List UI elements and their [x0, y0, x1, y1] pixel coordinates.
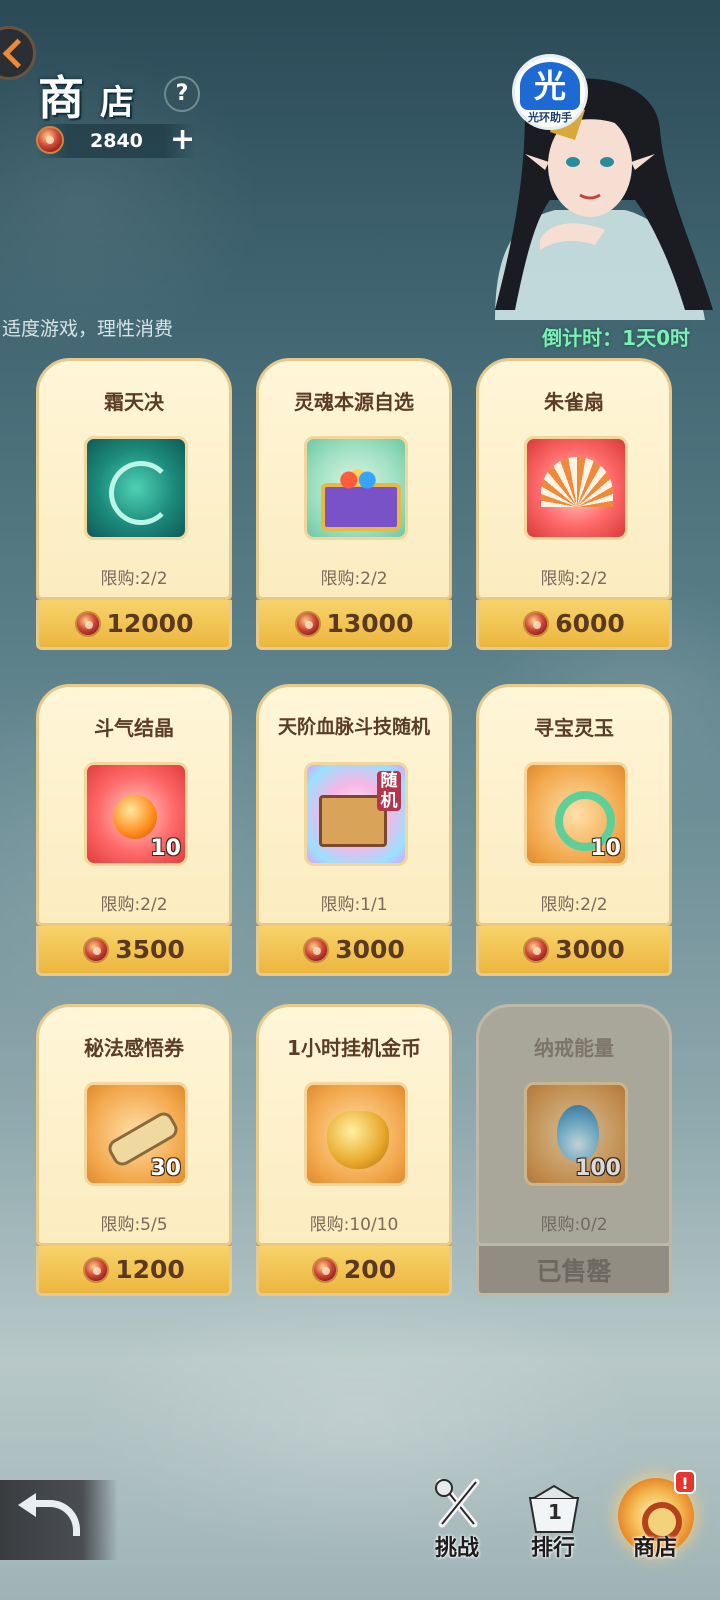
purchase-limit: 限购:1/1	[320, 895, 388, 915]
health-notice: 适度游戏，理性消费	[2, 318, 174, 340]
purchase-limit: 限购:10/10	[309, 1215, 399, 1235]
gold-bag-icon	[304, 1082, 408, 1186]
buy-button[interactable]: 13000	[256, 600, 452, 650]
countdown-timer: 倒计时：1天0时	[542, 326, 690, 350]
purchase-limit: 限购:5/5	[100, 1215, 168, 1235]
purchase-limit: 限购:2/2	[320, 569, 388, 589]
random-tag: 随机	[377, 771, 401, 811]
crystal-icon: 10	[84, 762, 188, 866]
shop-item-card[interactable]: 斗气结晶 10 限购:2/2 3500	[36, 684, 232, 976]
random-chest-icon: 随机	[304, 762, 408, 866]
rank-number: 1	[548, 1500, 562, 1524]
back-corner-button[interactable]	[0, 26, 36, 80]
item-name: 灵魂本源自选	[294, 390, 414, 414]
item-name: 霜天决	[104, 390, 164, 414]
assistant-icon: 光	[520, 62, 580, 110]
currency-coin-icon	[83, 936, 110, 963]
nav-challenge-label: 挑战	[434, 1535, 479, 1561]
title-char-1: 商	[38, 71, 84, 125]
currency-coin-icon	[83, 1256, 110, 1283]
currency-coin-icon	[311, 1256, 338, 1283]
treasure-chest-icon	[304, 436, 408, 540]
notification-badge: !	[674, 1470, 696, 1494]
buy-button[interactable]: 6000	[476, 600, 672, 650]
title-char-2: 店	[100, 83, 134, 123]
item-quantity: 30	[150, 1156, 181, 1181]
buy-button[interactable]: 12000	[36, 600, 232, 650]
item-price: 6000	[555, 609, 625, 638]
buy-button[interactable]: 200	[256, 1246, 452, 1296]
shop-item-card[interactable]: 霜天决 限购:2/2 12000	[36, 358, 232, 650]
buy-button[interactable]: 3500	[36, 926, 232, 976]
purchase-limit: 限购:0/2	[540, 1215, 608, 1235]
item-price: 3000	[335, 935, 405, 964]
shop-item-card[interactable]: 天阶血脉斗技随机 随机 限购:1/1 3000	[256, 684, 452, 976]
purchase-limit: 限购:2/2	[540, 895, 608, 915]
purchase-limit: 限购:2/2	[100, 895, 168, 915]
item-name: 秘法感悟券	[84, 1036, 184, 1060]
nav-ranking-label: 排行	[530, 1535, 575, 1561]
sold-out-label: 已售罄	[536, 1256, 612, 1286]
buy-button[interactable]: 3000	[476, 926, 672, 976]
phoenix-fan-icon	[524, 436, 628, 540]
item-price: 13000	[326, 609, 414, 638]
item-name: 寻宝灵玉	[534, 716, 614, 740]
assistant-badge-button[interactable]: 光 光环助手	[512, 54, 588, 130]
jade-icon: 10	[524, 762, 628, 866]
currency-coin-icon	[523, 936, 550, 963]
return-button[interactable]	[0, 1480, 118, 1560]
item-name: 纳戒能量	[534, 1036, 614, 1060]
item-price: 3000	[555, 935, 625, 964]
shop-item-card[interactable]: 朱雀扇 限购:2/2 6000	[476, 358, 672, 650]
shop-item-card-sold-out: 纳戒能量 100 限购:0/2 已售罄	[476, 1004, 672, 1296]
shop-item-card[interactable]: 寻宝灵玉 10 限购:2/2 3000	[476, 684, 672, 976]
purchase-limit: 限购:2/2	[100, 569, 168, 589]
page-title: 商店	[38, 62, 134, 128]
shop-item-card[interactable]: 灵魂本源自选 限购:2/2 13000	[256, 358, 452, 650]
sold-out-bar: 已售罄	[476, 1246, 672, 1296]
currency-coin-icon	[294, 610, 321, 637]
frost-scroll-icon	[84, 436, 188, 540]
item-price: 3500	[115, 935, 185, 964]
podium-icon: 1	[526, 1480, 582, 1536]
item-quantity: 10	[150, 836, 181, 861]
nav-challenge[interactable]: 挑战	[412, 1474, 502, 1574]
assistant-label: 光环助手	[528, 111, 572, 124]
item-price: 12000	[106, 609, 194, 638]
item-price: 1200	[115, 1255, 185, 1284]
item-name: 斗气结晶	[94, 716, 174, 740]
blue-flame-icon: 100	[524, 1082, 628, 1186]
currency-coin-icon	[303, 936, 330, 963]
item-name: 朱雀扇	[544, 390, 604, 414]
item-quantity: 10	[590, 836, 621, 861]
return-arrow-icon	[18, 1493, 80, 1536]
item-price: 200	[343, 1255, 397, 1284]
buy-button[interactable]: 3000	[256, 926, 452, 976]
item-name: 1小时挂机金币	[287, 1036, 421, 1060]
currency-coin-icon	[523, 610, 550, 637]
currency-amount: 2840	[90, 130, 143, 152]
nav-ranking[interactable]: 1 排行	[508, 1474, 598, 1574]
add-currency-button[interactable]: +	[170, 122, 195, 157]
purchase-limit: 限购:2/2	[540, 569, 608, 589]
nav-shop-label: 商店	[632, 1535, 677, 1561]
buy-button[interactable]: 1200	[36, 1246, 232, 1296]
shop-item-card[interactable]: 1小时挂机金币 限购:10/10 200	[256, 1004, 452, 1296]
item-quantity: 100	[575, 1156, 621, 1181]
help-button[interactable]: ?	[164, 76, 200, 112]
shop-item-card[interactable]: 秘法感悟券 30 限购:5/5 1200	[36, 1004, 232, 1296]
currency-coin-icon	[74, 610, 101, 637]
item-name: 天阶血脉斗技随机	[277, 716, 430, 738]
scroll-ticket-icon: 30	[84, 1082, 188, 1186]
currency-bar: 2840 +	[36, 122, 196, 158]
character-portrait	[495, 78, 713, 320]
currency-coin-icon	[36, 126, 64, 154]
nav-shop[interactable]: ! 商店	[610, 1470, 700, 1574]
